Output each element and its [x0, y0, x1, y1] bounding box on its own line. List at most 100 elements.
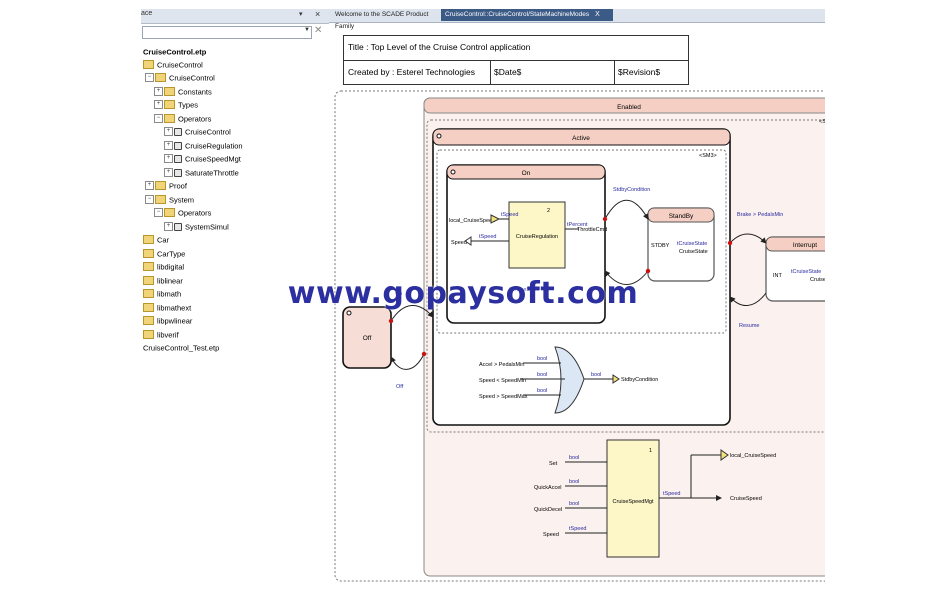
state-icon [450, 169, 456, 175]
collapse-icon[interactable]: − [154, 114, 163, 124]
tree-item[interactable]: libmath [143, 285, 181, 299]
state-icon [436, 133, 442, 139]
tree-item-label: Constants [178, 87, 212, 97]
watermark-text: www.gopaysoft.com [287, 276, 639, 311]
diagram-title: Title : Top Level of the Cruise Control … [348, 42, 531, 52]
expand-icon[interactable]: + [164, 127, 173, 137]
expand-icon[interactable]: + [154, 100, 163, 110]
created-by: Created by : Esterel Technologies [348, 67, 475, 77]
collapse-icon[interactable]: − [154, 208, 163, 218]
tree-item[interactable]: − CruiseControl [145, 69, 215, 83]
tree-item-label: CruiseSpeedMgt [185, 154, 241, 164]
tree-item[interactable]: libmathext [143, 299, 192, 313]
type-label: tSpeed [569, 526, 586, 532]
expand-icon[interactable]: + [145, 181, 154, 191]
panel-menu-icon[interactable]: ▾ [299, 10, 303, 18]
transition [390, 353, 425, 370]
folder-icon [164, 100, 175, 110]
transition-start [388, 318, 394, 324]
operator-icon [174, 127, 182, 136]
chevron-down-icon[interactable]: ▼ [304, 27, 310, 33]
tree-item-label: libdigital [157, 262, 185, 272]
tree-item[interactable]: − System [145, 191, 194, 205]
tree-item[interactable]: + CruiseControl [164, 123, 231, 137]
title-block: Title : Top Level of the Cruise Control … [343, 35, 689, 85]
output-label: CruiseSpeed [730, 496, 762, 502]
instance-number: 1 [649, 448, 652, 454]
transition-guard: Brake > PedalsMin [737, 212, 783, 218]
type-label: bool [537, 388, 547, 394]
operator-label: CruiseRegulation [516, 234, 558, 240]
tree-item[interactable]: libverif [143, 326, 179, 340]
folder-icon [143, 235, 154, 245]
tree-item[interactable]: − Operators [154, 204, 211, 218]
tree-item[interactable]: CruiseControl.etp [143, 43, 206, 56]
tree-item-label: CarType [157, 249, 186, 259]
tree-item-label: Operators [178, 114, 212, 124]
tree-item-label: Proof [169, 181, 187, 191]
folder-icon [143, 262, 154, 272]
type-label: tCruiseState [677, 241, 707, 247]
state-standby: StandBy STDBY tCruiseState CruiseState [647, 207, 715, 282]
tree-item[interactable]: + Types [154, 96, 199, 110]
state-off-label: Off [363, 335, 372, 342]
tree-item-label: SaturateThrottle [185, 168, 239, 178]
tree-item[interactable]: libpwlinear [143, 312, 192, 326]
type-label: bool [591, 372, 601, 378]
type-label: tSpeed [479, 234, 496, 240]
tree-item[interactable]: CruiseControl [143, 56, 203, 70]
folder-icon [143, 289, 154, 299]
tree-item[interactable]: − Operators [154, 110, 212, 124]
input-label: local_CruiseSpeed [449, 218, 495, 224]
state-active-label: Active [572, 135, 590, 142]
folder-icon [164, 208, 175, 218]
transition-start [421, 351, 427, 357]
tree-item-label: Types [178, 100, 199, 110]
expand-icon[interactable]: + [164, 154, 173, 164]
tree-item[interactable]: + CruiseSpeedMgt [164, 150, 241, 164]
transition-guard: Resume [739, 323, 759, 329]
tree-item-label: libmathext [157, 303, 192, 313]
operator-cruise-speed-mgt: CruiseSpeedMgt 1 [606, 439, 660, 558]
transition-start [645, 268, 651, 274]
tree-item[interactable]: Car [143, 231, 170, 245]
input-label: Speed < SpeedMin [479, 378, 526, 384]
collapse-icon[interactable]: − [145, 73, 154, 83]
state-off: Off [342, 306, 392, 369]
expand-icon[interactable]: + [154, 87, 163, 97]
operator-label: CruiseSpeedMgt [613, 499, 654, 505]
panel-header: ace ▾ × [141, 9, 329, 24]
tree-item-label: CruiseControl_Test.etp [143, 343, 220, 353]
expand-icon[interactable]: + [164, 141, 173, 151]
type-label: bool [537, 356, 547, 362]
expand-icon[interactable]: + [164, 168, 173, 178]
tree-item[interactable]: liblinear [143, 272, 183, 286]
tree-item[interactable]: libdigital [143, 258, 185, 272]
folder-icon [155, 73, 166, 83]
operator-icon [174, 168, 182, 177]
tree-item[interactable]: + CruiseRegulation [164, 137, 243, 151]
tree-item[interactable]: CruiseControl_Test.etp [143, 339, 219, 352]
folder-icon [143, 330, 154, 340]
project-selector[interactable]: ▼ [142, 26, 312, 39]
tree-item-label: Car [157, 235, 170, 245]
tree-item[interactable]: + SaturateThrottle [164, 164, 239, 178]
tree-item[interactable]: + SystemSimul [164, 218, 229, 232]
collapse-icon[interactable]: − [145, 195, 154, 205]
tree-item[interactable]: + Proof [145, 177, 187, 191]
output-label: ThrottleCmd [577, 227, 607, 233]
expand-icon[interactable]: + [164, 222, 173, 232]
state-icon [346, 310, 352, 316]
clear-icon[interactable]: ✕ [314, 25, 322, 36]
sm-tag: <SM3> [699, 153, 717, 159]
tree-item[interactable]: + Constants [154, 83, 212, 97]
tree-item[interactable]: CarType [143, 245, 186, 259]
divider [490, 60, 491, 84]
panel-close-icon[interactable]: × [315, 9, 320, 19]
transition-guard: StdbyCondition [613, 187, 650, 193]
date-field: $Date$ [494, 67, 522, 77]
type-label: tCruiseState [791, 269, 821, 275]
tree-item-label: CruiseRegulation [185, 141, 243, 151]
transition-start [727, 240, 733, 246]
panel-title: ace [141, 10, 153, 17]
